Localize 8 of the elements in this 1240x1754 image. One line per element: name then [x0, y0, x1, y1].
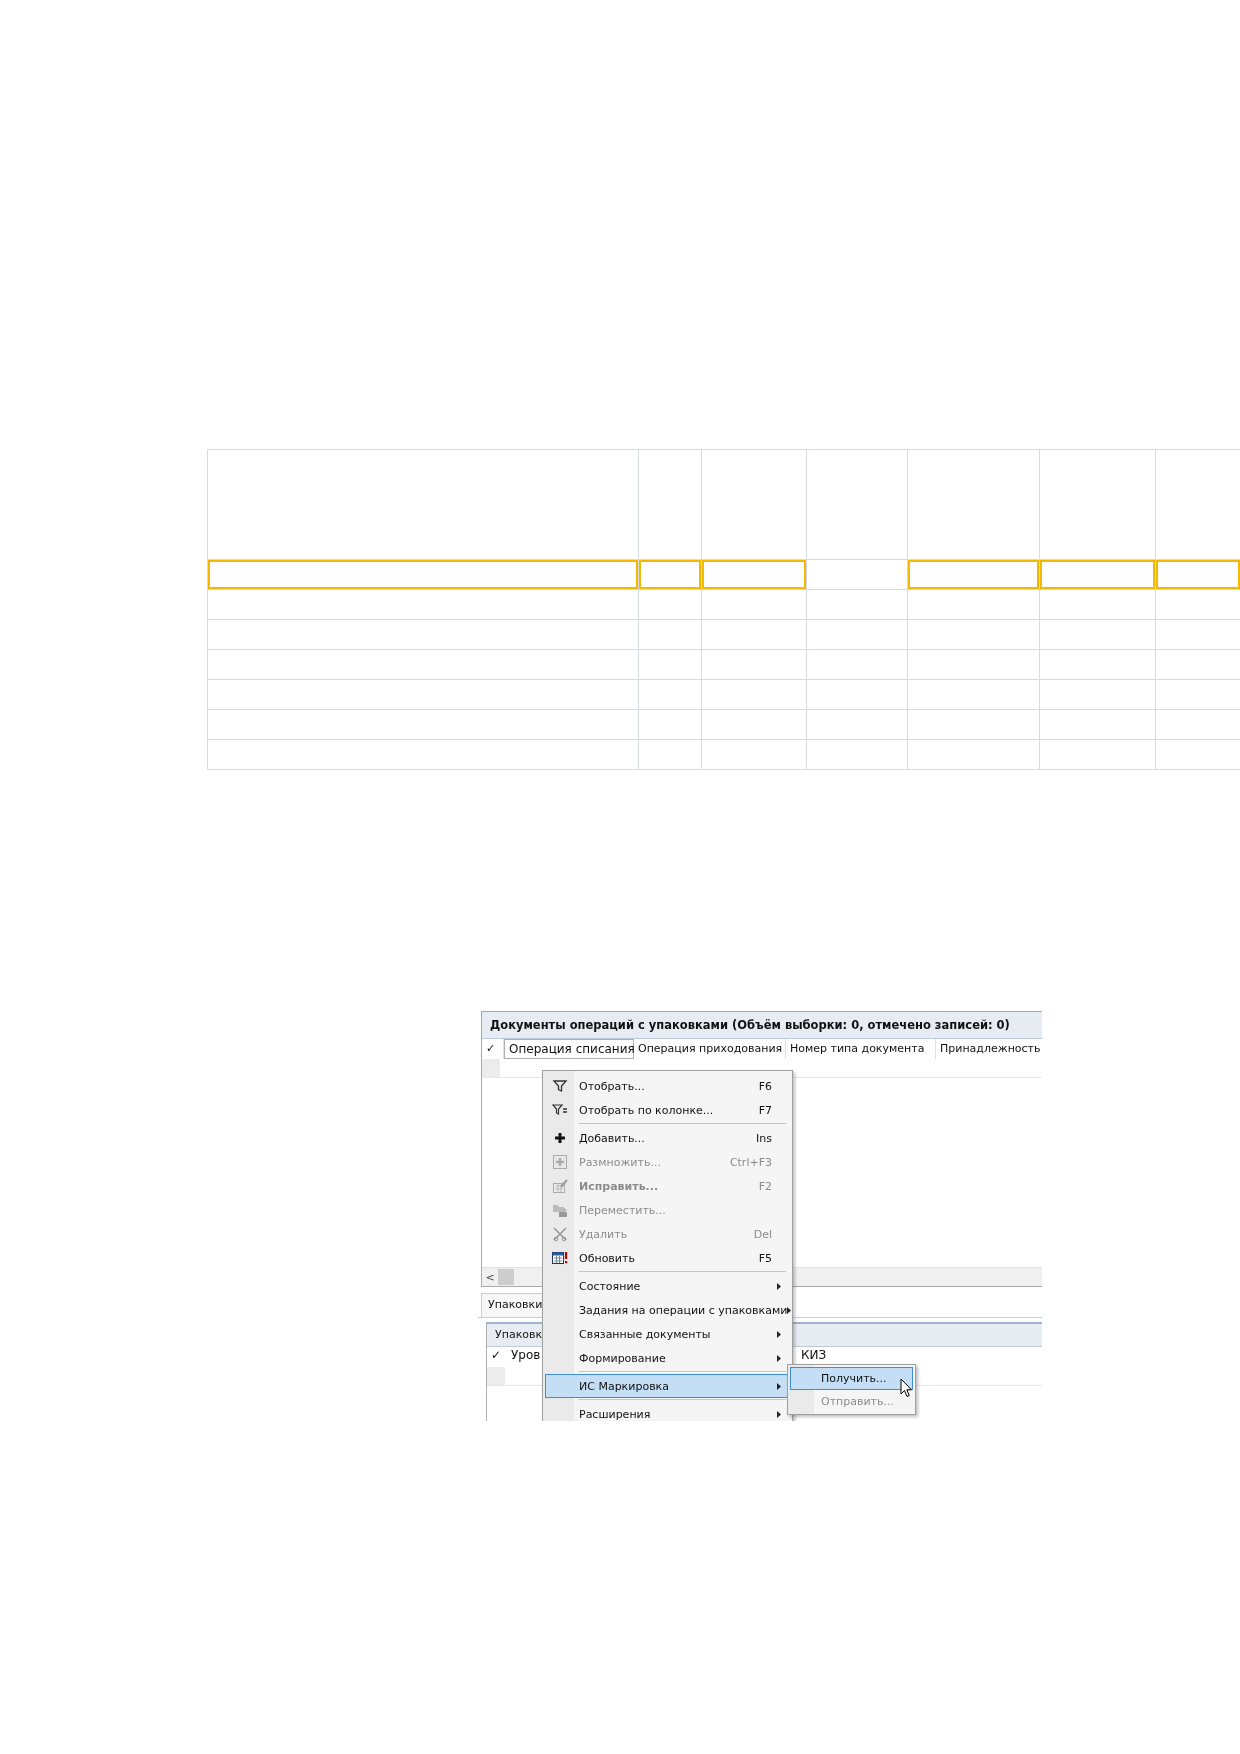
shortcut-label: Ins	[756, 1131, 772, 1145]
window-title: Документы операций с упаковками (Объём выборки: 0, отмечено записей: 0)	[482, 1012, 1042, 1039]
shortcut-label: F2	[758, 1179, 772, 1193]
shortcut-label: F7	[758, 1103, 772, 1117]
shortcut-label: Ctrl+F3	[729, 1155, 772, 1169]
shortcut-label: F5	[758, 1251, 772, 1265]
shortcut-label: F6	[758, 1079, 772, 1093]
shortcut-label: Del	[753, 1227, 772, 1241]
